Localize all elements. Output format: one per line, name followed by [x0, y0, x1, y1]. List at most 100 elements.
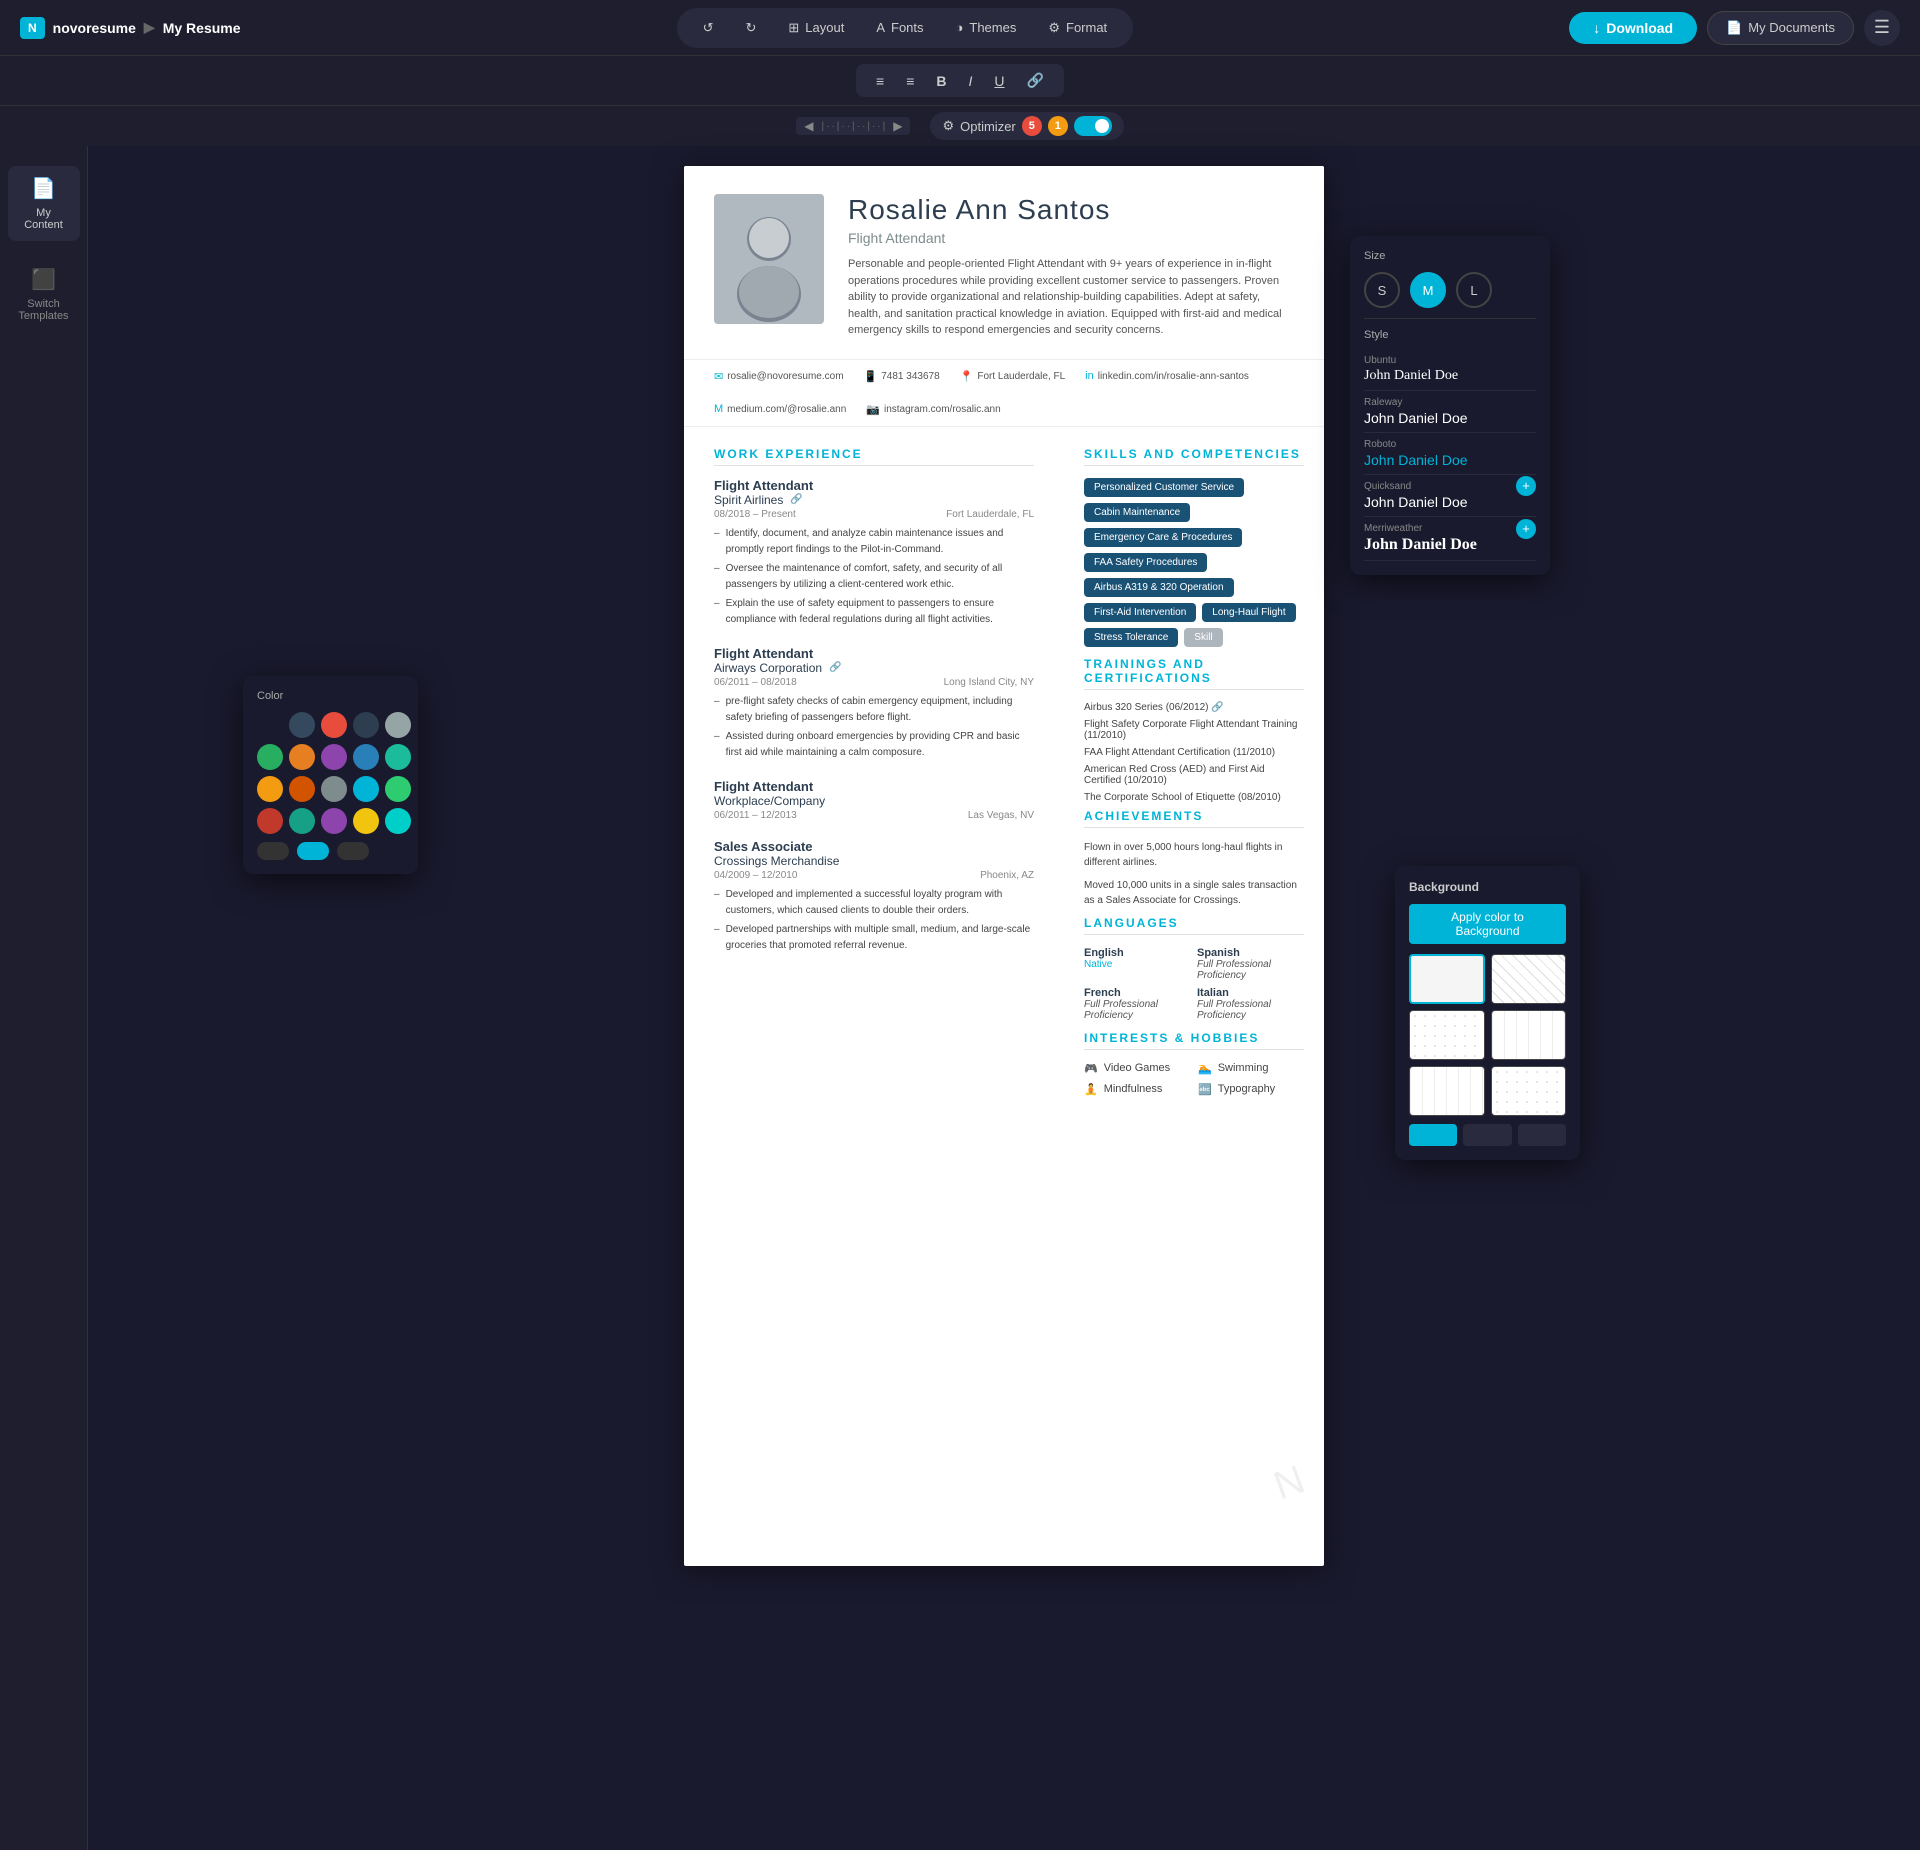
color-swatch[interactable] — [385, 808, 411, 834]
color-toggles — [257, 842, 404, 860]
interest-item: 🏊 Swimming — [1198, 1062, 1304, 1075]
bg-apply-button[interactable]: Apply color to Background — [1409, 904, 1566, 944]
my-docs-button[interactable]: 📄 My Documents — [1707, 11, 1854, 45]
color-toggle-1[interactable] — [257, 842, 289, 860]
redo-button[interactable]: ↻ — [731, 14, 770, 42]
page-title: My Resume — [163, 20, 241, 36]
logo-area: N novoresume ▶ My Resume — [20, 17, 241, 39]
italic-button[interactable]: I — [959, 69, 983, 93]
color-swatch[interactable] — [385, 744, 411, 770]
color-toggle-2[interactable] — [297, 842, 329, 860]
font-merriweather[interactable]: Merriweather John Daniel Doe + — [1364, 517, 1536, 561]
link-button[interactable]: 🔗 — [1017, 68, 1054, 93]
resume-document: N Rosalie Ann Santos Flight Attendant — [684, 166, 1324, 1566]
color-swatch[interactable] — [321, 712, 347, 738]
color-swatch[interactable] — [289, 808, 315, 834]
color-swatch[interactable] — [321, 776, 347, 802]
size-l-button[interactable]: L — [1456, 272, 1492, 308]
undo-button[interactable]: ↺ — [689, 14, 728, 42]
bg-mini-btn-2[interactable] — [1463, 1124, 1511, 1146]
font-roboto[interactable]: Roboto John Daniel Doe — [1364, 433, 1536, 475]
docs-icon: 📄 — [1726, 20, 1742, 36]
color-swatch[interactable] — [385, 776, 411, 802]
sidebar-item-my-content[interactable]: 📄 My Content — [8, 166, 80, 241]
layout-button[interactable]: ⊞ Layout — [774, 14, 858, 42]
font-name: Merriweather — [1364, 523, 1477, 534]
ruler-left-arrow[interactable]: ◀ — [804, 119, 813, 133]
bold-button[interactable]: B — [926, 69, 956, 93]
color-swatch[interactable] — [289, 776, 315, 802]
format-button[interactable]: ⚙ Format — [1034, 14, 1121, 42]
color-swatch[interactable] — [257, 744, 283, 770]
bg-option-pattern1[interactable] — [1491, 954, 1567, 1004]
color-swatch[interactable] — [289, 712, 315, 738]
font-quicksand[interactable]: Quicksand John Daniel Doe + — [1364, 475, 1536, 517]
interest-label: Typography — [1218, 1083, 1275, 1095]
font-preview: John Daniel Doe — [1364, 536, 1477, 554]
fonts-button[interactable]: A Fonts — [862, 14, 937, 41]
color-swatch[interactable] — [257, 712, 283, 738]
font-name: Raleway — [1364, 397, 1536, 408]
bg-mini-btn-1[interactable] — [1409, 1124, 1457, 1146]
color-swatch[interactable] — [257, 808, 283, 834]
lang-level: Native — [1084, 959, 1191, 970]
contact-email: ✉ rosalie@novoresume.com — [714, 370, 844, 383]
font-ubuntu[interactable]: Ubuntu John Daniel Doe — [1364, 349, 1536, 391]
font-preview: John Daniel Doe — [1364, 368, 1536, 384]
bg-option-pattern3[interactable] — [1491, 1010, 1567, 1060]
optimizer-count2: 1 — [1048, 116, 1068, 136]
interest-icon: 🎮 — [1084, 1062, 1098, 1075]
interest-item: 🧘 Mindfulness — [1084, 1083, 1190, 1096]
color-swatch[interactable] — [257, 776, 283, 802]
bg-panel-title: Background — [1409, 880, 1566, 894]
bullet-item: –Developed partnerships with multiple sm… — [714, 922, 1034, 954]
canvas-area: N Rosalie Ann Santos Flight Attendant — [88, 146, 1920, 1850]
font-preview: John Daniel Doe — [1364, 494, 1468, 510]
font-plus-icon[interactable]: + — [1516, 476, 1536, 496]
contact-row: ✉ rosalie@novoresume.com 📱 7481 343678 📍… — [684, 359, 1324, 427]
themes-icon: ◑ — [956, 20, 964, 35]
size-m-button[interactable]: M — [1410, 272, 1446, 308]
color-swatch[interactable] — [289, 744, 315, 770]
themes-button[interactable]: ◑ Themes — [942, 14, 1031, 41]
text-toolbar: ≡ ≡ B I U 🔗 — [0, 56, 1920, 106]
color-swatch[interactable] — [321, 744, 347, 770]
color-toggle-3[interactable] — [337, 842, 369, 860]
align-left-button[interactable]: ≡ — [866, 69, 894, 93]
job-title-2: Flight Attendant — [714, 646, 1034, 661]
interest-item: 🔤 Typography — [1198, 1083, 1304, 1096]
ruler-right-arrow[interactable]: ▶ — [893, 119, 902, 133]
align-center-button[interactable]: ≡ — [896, 69, 924, 93]
color-swatch[interactable] — [353, 808, 379, 834]
optimizer-label: Optimizer — [960, 119, 1016, 134]
color-swatch[interactable] — [353, 744, 379, 770]
skill-tag: FAA Safety Procedures — [1084, 553, 1207, 572]
color-swatch[interactable] — [353, 776, 379, 802]
font-raleway[interactable]: Raleway John Daniel Doe — [1364, 391, 1536, 433]
bg-option-plain[interactable] — [1409, 954, 1485, 1004]
download-button[interactable]: ↓ Download — [1569, 12, 1697, 44]
bg-option-pattern2[interactable] — [1409, 1010, 1485, 1060]
skill-tag: First-Aid Intervention — [1084, 603, 1196, 622]
font-plus-icon[interactable]: + — [1516, 519, 1536, 539]
optimizer-toggle[interactable] — [1074, 116, 1112, 136]
color-swatch[interactable] — [353, 712, 379, 738]
size-s-button[interactable]: S — [1364, 272, 1400, 308]
color-swatch[interactable] — [321, 808, 347, 834]
underline-button[interactable]: U — [984, 69, 1014, 93]
interest-label: Video Games — [1104, 1062, 1170, 1074]
bg-option-pattern4[interactable] — [1409, 1066, 1485, 1116]
skills-tags: Personalized Customer Service Cabin Main… — [1084, 478, 1304, 647]
hamburger-button[interactable]: ☰ — [1864, 10, 1900, 46]
top-nav: N novoresume ▶ My Resume ↺ ↻ ⊞ Layout A … — [0, 0, 1920, 56]
color-swatch[interactable] — [385, 712, 411, 738]
job-entry-1: Flight Attendant Spirit Airlines 🔗 08/20… — [714, 478, 1034, 628]
bg-option-pattern5[interactable] — [1491, 1066, 1567, 1116]
job-bullets-2: –pre-flight safety checks of cabin emerg… — [714, 694, 1034, 761]
interests-title: INTERESTS & HOBBIES — [1084, 1031, 1304, 1050]
location-icon: 📍 — [960, 370, 974, 383]
font-name: Quicksand — [1364, 481, 1468, 492]
bullet-item: –Oversee the maintenance of comfort, saf… — [714, 561, 1034, 593]
sidebar-item-switch-templates[interactable]: ⬛ Switch Templates — [8, 257, 80, 332]
bg-mini-btn-3[interactable] — [1518, 1124, 1566, 1146]
